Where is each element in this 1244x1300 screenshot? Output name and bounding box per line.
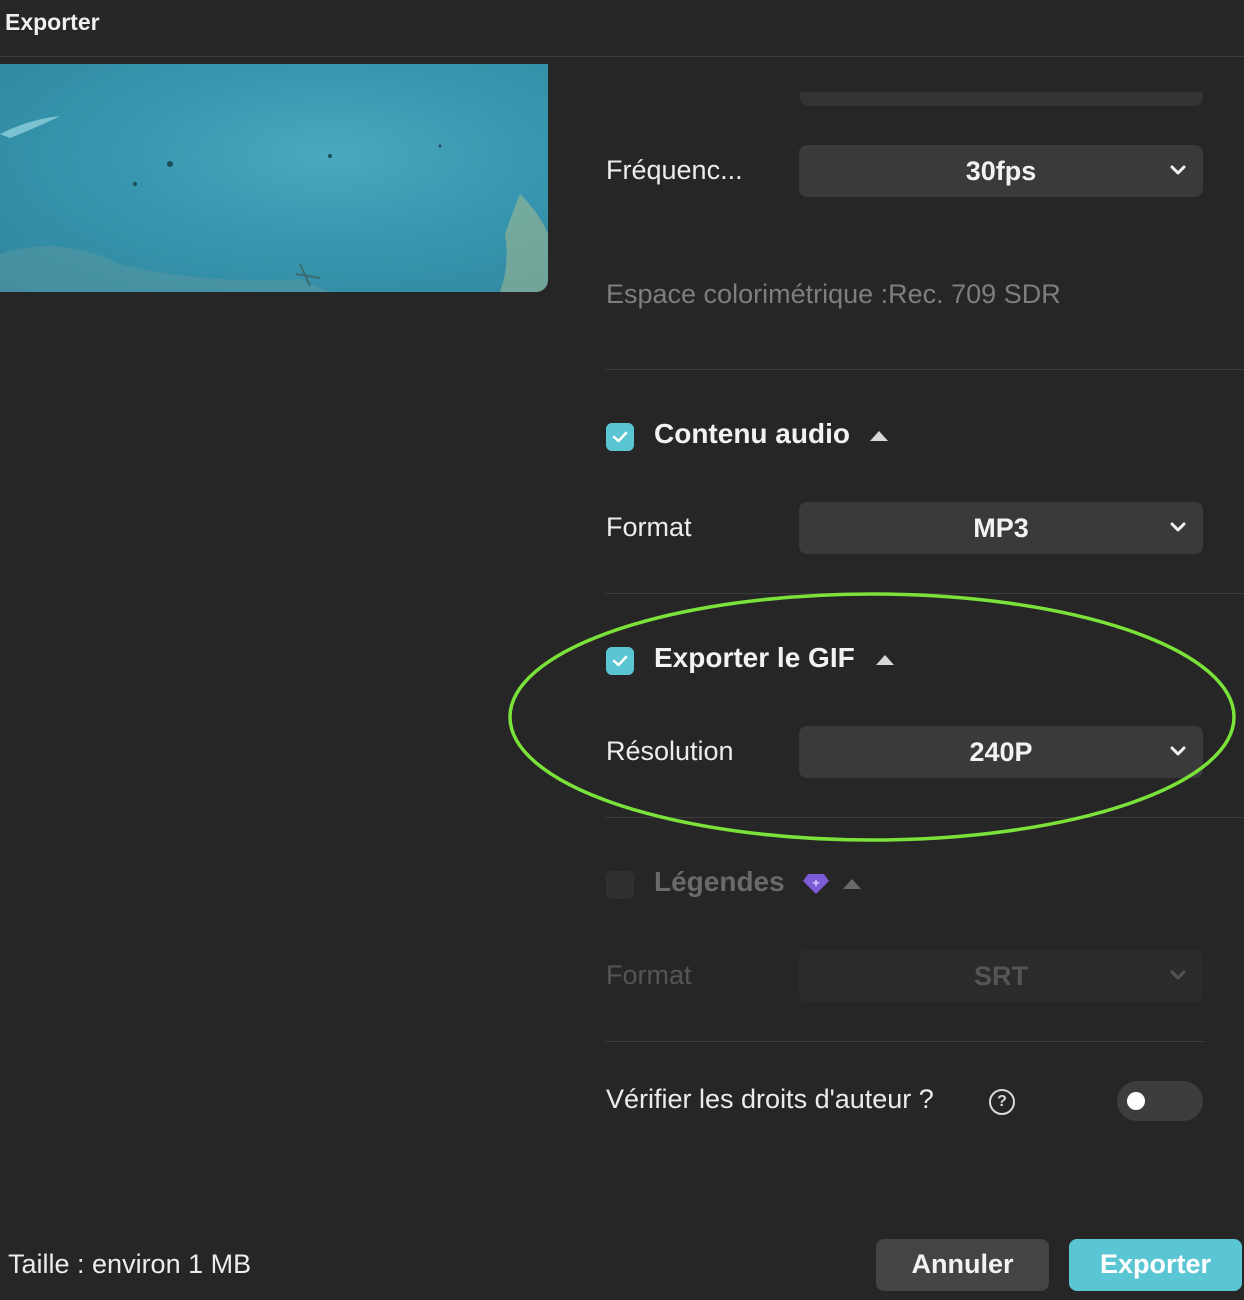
- previous-select-edge[interactable]: [800, 92, 1203, 106]
- chevron-down-icon: [1170, 165, 1186, 175]
- audio-format-value: MP3: [973, 513, 1029, 543]
- color-space-text: Espace colorimétrique :Rec. 709 SDR: [606, 279, 1061, 309]
- copyright-check-label: Vérifier les droits d'auteur ?: [606, 1084, 934, 1114]
- toggle-knob: [1127, 1092, 1145, 1110]
- copyright-toggle[interactable]: [1117, 1081, 1203, 1121]
- highlight-ellipse: [508, 592, 1236, 842]
- window-title: Exporter: [5, 9, 100, 35]
- title-bar: Exporter: [0, 0, 1244, 57]
- checkmark-icon: [612, 431, 628, 443]
- chevron-down-icon: [1170, 522, 1186, 532]
- premium-gem-icon: [803, 874, 829, 894]
- divider: [606, 1041, 1204, 1042]
- caret-up-icon[interactable]: [843, 879, 861, 889]
- captions-section-title: Légendes: [654, 866, 785, 897]
- divider: [606, 369, 1244, 370]
- captions-format-label: Format: [606, 960, 692, 990]
- help-icon[interactable]: ?: [989, 1089, 1015, 1115]
- estimated-size-text: Taille : environ 1 MB: [8, 1249, 252, 1279]
- frame-rate-label: Fréquenc...: [606, 155, 743, 185]
- captions-format-value: SRT: [974, 961, 1028, 991]
- audio-checkbox[interactable]: [606, 423, 634, 451]
- frame-rate-value: 30fps: [965, 156, 1037, 186]
- audio-format-select[interactable]: MP3: [799, 502, 1203, 554]
- video-preview: [0, 64, 548, 292]
- audio-format-label: Format: [606, 512, 692, 542]
- chevron-down-icon: [1170, 970, 1186, 980]
- captions-checkbox[interactable]: [606, 871, 634, 899]
- audio-section-title: Contenu audio: [654, 418, 850, 449]
- preview-image: [0, 116, 548, 292]
- captions-format-select[interactable]: SRT: [799, 950, 1203, 1002]
- cancel-button[interactable]: Annuler: [876, 1239, 1049, 1291]
- frame-rate-select[interactable]: 30fps: [799, 145, 1203, 197]
- export-button[interactable]: Exporter: [1069, 1239, 1242, 1291]
- caret-up-icon[interactable]: [870, 431, 888, 441]
